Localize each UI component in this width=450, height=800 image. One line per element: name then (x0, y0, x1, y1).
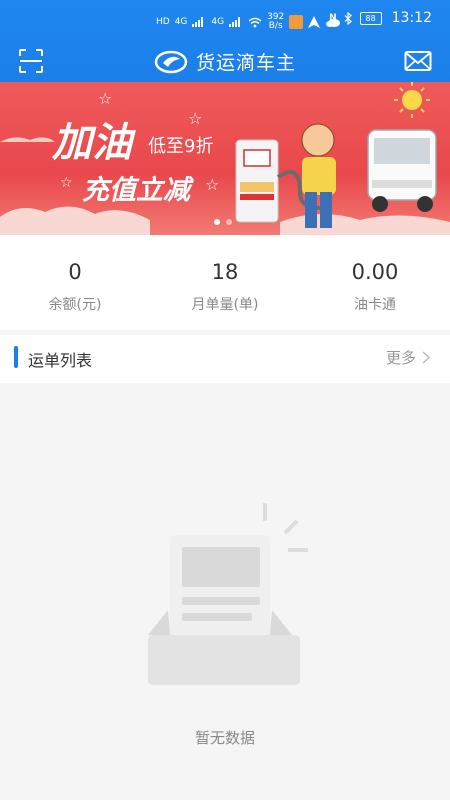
signal-2-label: 4G (211, 17, 225, 27)
more-label: 更多 (385, 349, 416, 367)
wifi-icon (248, 17, 262, 27)
signal-icon (192, 17, 204, 27)
empty-message: 暂无数据 (194, 729, 255, 747)
svg-text:☆: ☆ (98, 89, 112, 108)
svg-text:☆: ☆ (205, 175, 219, 194)
stat-balance[interactable]: 0 余额(元) (0, 235, 150, 330)
empty-inbox-icon (148, 503, 308, 685)
chevron-right-icon (422, 351, 430, 364)
bluetooth-icon (344, 11, 352, 25)
top-bar: HD 4G 4G 392 B/s N 88 13:12 货运滴车主 (0, 0, 450, 82)
battery-indicator: 88 (359, 11, 382, 25)
banner-headline: 加油 (52, 120, 132, 166)
status-bar: HD 4G 4G 392 B/s N 88 13:12 (0, 0, 450, 40)
pager-dot (226, 219, 232, 225)
stat-label: 月单量(单) (191, 297, 259, 313)
waybill-list-header: 运单列表 更多 (0, 335, 450, 383)
svg-text:☆: ☆ (188, 109, 202, 128)
nfc-icon: N (329, 13, 337, 23)
status-right: N 88 13:12 (329, 10, 432, 26)
more-link[interactable]: 更多 (386, 347, 430, 368)
signal-icon-2 (229, 17, 241, 27)
app-title: 货运滴车主 (0, 48, 450, 75)
svg-text:☆: ☆ (60, 175, 73, 191)
signal-1-label: 4G (174, 17, 188, 27)
speed-unit: B/s (268, 21, 283, 31)
promo-banner[interactable]: ☆ ☆ ☆ ☆ 加油 低至9折 充值立减 (0, 82, 450, 235)
stat-monthly-orders[interactable]: 18 月单量(单) (150, 235, 300, 330)
banner-discount: 低至9折 (148, 136, 214, 157)
stat-label: 油卡通 (354, 297, 396, 313)
logo-icon (154, 50, 188, 73)
network-speed: 392 B/s (267, 13, 284, 31)
location-icon (308, 16, 321, 28)
stat-value: 18 (211, 260, 239, 284)
banner-pager (214, 219, 232, 225)
stat-value: 0 (68, 260, 82, 284)
hd-indicator: HD (156, 17, 170, 27)
section-marker (14, 346, 18, 368)
empty-state: 暂无数据 (0, 385, 450, 800)
pager-dot-active (214, 219, 220, 225)
banner-subline: 充值立减 (82, 175, 190, 206)
section-title: 运单列表 (28, 351, 93, 370)
mail-icon[interactable] (404, 49, 432, 73)
stats-panel: 0 余额(元) 18 月单量(单) 0.00 油卡通 (0, 235, 450, 330)
stat-label: 余额(元) (48, 297, 102, 313)
app-bar: 货运滴车主 (0, 42, 450, 82)
stat-value: 0.00 (351, 260, 399, 284)
app-notification-icon (289, 15, 304, 29)
status-left: HD 4G 4G 392 B/s (156, 13, 341, 31)
stat-fuel-card[interactable]: 0.00 油卡通 (300, 235, 450, 330)
clock: 13:12 (391, 10, 432, 26)
page-title: 货运滴车主 (195, 52, 296, 74)
